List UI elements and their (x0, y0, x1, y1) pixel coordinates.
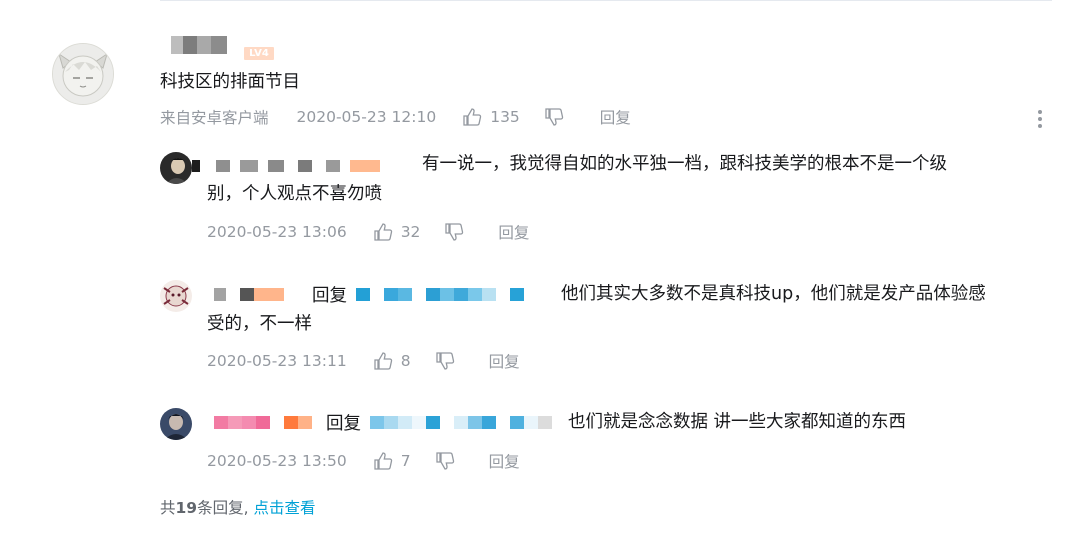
like-button[interactable]: 7 (373, 451, 411, 471)
top-divider (160, 0, 1052, 1)
reply-time: 2020-05-23 13:06 (207, 223, 347, 241)
thumbs-up-icon (374, 223, 392, 241)
dislike-button[interactable] (435, 451, 455, 471)
mentioned-username-mosaic[interactable] (370, 416, 552, 430)
thumbs-up-icon (374, 452, 392, 470)
reply-button[interactable]: 回复 (498, 221, 529, 243)
avatar[interactable] (160, 408, 192, 440)
comment-source: 来自安卓客户端 (160, 109, 269, 127)
like-button[interactable]: 8 (373, 351, 411, 371)
view-more-replies: 共19条回复, 点击查看 (160, 496, 315, 518)
reply-count-prefix: 共 (160, 499, 176, 517)
mentioned-username-mosaic[interactable] (356, 288, 524, 302)
reply-meta: 2020-05-23 13:06 32 回复 (207, 221, 529, 243)
reply-text-continued: 别，个人观点不喜勿喷 (207, 184, 382, 204)
thumbs-up-icon (374, 352, 392, 370)
like-button[interactable]: 135 (462, 107, 520, 127)
username-mosaic[interactable] (171, 36, 227, 54)
view-all-replies-link[interactable]: 点击查看 (253, 499, 315, 517)
reply-count: 19 (175, 499, 198, 517)
like-count: 8 (400, 352, 411, 370)
reply-prefix: 回复 (312, 286, 347, 306)
reply-time: 2020-05-23 13:50 (207, 452, 347, 470)
comment-meta: 来自安卓客户端 2020-05-23 12:10 135 回复 (160, 106, 631, 128)
like-count: 32 (400, 223, 421, 241)
reply-text: 也们就是念念数据 讲一些大家都知道的东西 (568, 412, 907, 432)
username-mosaic[interactable] (214, 288, 284, 302)
reply-time: 2020-05-23 13:11 (207, 352, 347, 370)
like-count: 7 (400, 452, 411, 470)
avatar[interactable] (160, 280, 192, 312)
reply-button[interactable]: 回复 (600, 106, 631, 128)
thumbs-down-icon (545, 108, 563, 126)
reply-count-suffix: 条回复, (197, 499, 249, 517)
comment-text: 科技区的排面节目 (160, 72, 300, 92)
reply-text: 他们其实大多数不是真科技up，他们就是发产品体验感 (561, 284, 986, 304)
thumbs-down-icon (435, 352, 454, 370)
reply-text-continued: 受的，不一样 (207, 314, 312, 334)
more-vertical-icon[interactable] (1032, 108, 1048, 130)
thumbs-down-icon (445, 223, 464, 241)
like-button[interactable]: 32 (373, 222, 421, 242)
username-mosaic[interactable] (214, 416, 312, 430)
level-badge: LV4 (244, 41, 274, 60)
reply-meta: 2020-05-23 13:11 8 回复 (207, 350, 520, 372)
dislike-button[interactable] (544, 107, 564, 127)
avatar[interactable] (52, 43, 114, 105)
reply-text: 有一说一，我觉得自如的水平独一档，跟科技美学的根本不是一个级 (422, 154, 947, 174)
thumbs-down-icon (435, 452, 454, 470)
username-mosaic[interactable] (192, 160, 380, 174)
avatar[interactable] (160, 152, 192, 184)
reply-meta: 2020-05-23 13:50 7 回复 (207, 450, 520, 472)
dislike-button[interactable] (444, 222, 464, 242)
dislike-button[interactable] (435, 351, 455, 371)
reply-prefix: 回复 (326, 414, 361, 434)
thumbs-up-icon (463, 108, 482, 126)
comment-time: 2020-05-23 12:10 (296, 108, 437, 126)
like-count: 135 (490, 108, 520, 126)
reply-button[interactable]: 回复 (489, 350, 520, 372)
reply-button[interactable]: 回复 (489, 450, 520, 472)
